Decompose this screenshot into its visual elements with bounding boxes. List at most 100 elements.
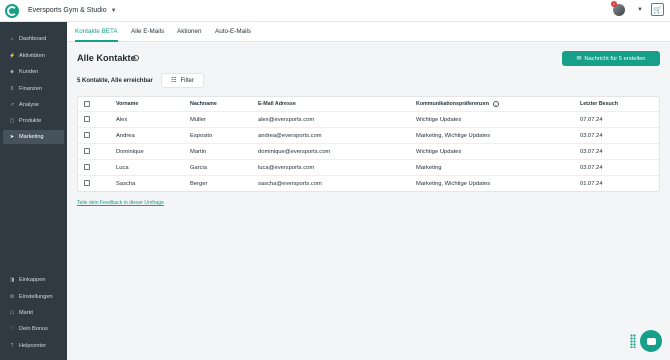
sidebar-item-label: Einkappen [19, 277, 46, 283]
email-cell: andrea@eversports.com [258, 133, 322, 139]
last-name-cell: Garcia [190, 165, 208, 171]
sidebar-item-label: Finanzen [19, 86, 43, 92]
table-row[interactable]: Andrea Esposito andrea@eversports.com Ma… [78, 127, 659, 143]
select-all-checkbox[interactable] [84, 101, 90, 107]
row-checkbox[interactable] [84, 180, 90, 186]
page-title: Alle Kontakte [77, 53, 136, 63]
sidebar-item-label: Dashboard [19, 36, 47, 42]
last-name-cell: Esposito [190, 133, 213, 139]
account-chevron-icon[interactable]: ▼ [637, 7, 643, 13]
tab-aktionen[interactable]: Aktionen [177, 22, 202, 42]
sidebar-item-einstellungen[interactable]: ⚙ Einstellungen [3, 290, 64, 304]
contacts-table: Vorname Nachname E-Mail Adresse Kommunik… [77, 96, 660, 192]
filter-icon: ☷ [171, 78, 177, 84]
sidebar-item-label: Helpcenter [19, 343, 47, 349]
last-visit-cell: 03.07.24 [580, 133, 603, 139]
sidebar-item-dashboard[interactable]: ⌂ Dashboard [3, 32, 64, 46]
row-checkbox[interactable] [84, 148, 90, 154]
eversports-logo-icon[interactable] [5, 3, 19, 18]
sidebar-item-label: Marketing [19, 134, 44, 140]
create-message-button[interactable]: ✉ Nachricht für 5 erstellen [562, 51, 660, 66]
envelope-icon: ✉ [576, 55, 582, 62]
last-name-cell: Berger [190, 181, 208, 187]
sidebar-item-marketing[interactable]: ➤ Marketing [3, 130, 64, 144]
email-cell: alex@eversports.com [258, 117, 315, 123]
contact-count: 5 Kontakte, Alle erreichbar [77, 78, 153, 84]
row-checkbox[interactable] [84, 132, 90, 138]
last-visit-cell: 01.07.24 [580, 181, 603, 187]
sidebar: ⌂ Dashboard ⚡ Aktivitäten ☻ Kunden € Finanze… [0, 22, 67, 360]
table-row[interactable]: Alex Müller alex@eversports.com Wichtige… [78, 111, 659, 127]
bolt-icon: ⚡ [9, 53, 16, 59]
sidebar-item-aktivitaeten[interactable]: ⚡ Aktivitäten [3, 49, 64, 63]
sidebar-item-label: Einstellungen [19, 294, 53, 300]
sidebar-item-label: Analyse [19, 102, 39, 108]
first-name-cell: Dominique [116, 149, 144, 155]
sidebar-item-analyse[interactable]: ↗ Analyse [3, 98, 64, 112]
email-cell: dominique@eversports.com [258, 149, 331, 155]
sidebar-item-kunden[interactable]: ☻ Kunden [3, 65, 64, 79]
filter-button[interactable]: ☷ Filter [161, 73, 204, 88]
sidebar-item-label: Aktivitäten [19, 53, 45, 59]
sidebar-item-label: Kunden [19, 69, 39, 75]
chat-icon[interactable] [640, 330, 662, 352]
filter-label: Filter [180, 77, 194, 84]
cart-icon[interactable]: 🛒 [651, 3, 664, 16]
sidebar-item-einkappen[interactable]: ◨ Einkappen [3, 273, 64, 287]
tab-alle-e-mails[interactable]: Alle E-Mails [131, 22, 164, 42]
column-header[interactable]: Nachname [190, 97, 217, 111]
preferences-cell: Marketing [416, 165, 442, 171]
feedback-link[interactable]: Teile dein Feedback in dieser Umfrage [77, 200, 164, 206]
last-visit-cell: 03.07.24 [580, 149, 603, 155]
euro-icon: € [10, 86, 14, 92]
preferences-cell: Wichtige Updates [416, 117, 462, 123]
tab-bar: Kontakte BETA Alle E-Mails Aktionen Auto… [67, 22, 670, 42]
store-icon: ☖ [9, 310, 15, 316]
tab-auto-e-mails[interactable]: Auto-E-Mails [215, 22, 251, 42]
chevron-down-icon[interactable]: ▼ [111, 8, 117, 14]
sidebar-item-label: Produkte [19, 118, 42, 124]
info-icon[interactable]: i [133, 55, 139, 61]
sidebar-item-finanzen[interactable]: € Finanzen [3, 82, 64, 96]
preferences-cell: Marketing, Wichtige Updates [416, 133, 491, 139]
column-header[interactable]: Vorname [116, 97, 138, 111]
collapse-icon: ◨ [9, 277, 15, 283]
sidebar-item-produkte[interactable]: ▢ Produkte [3, 114, 64, 128]
last-name-cell: Müller [190, 117, 206, 123]
sidebar-item-markt[interactable]: ☖ Markt [3, 306, 64, 320]
preferences-info-icon[interactable]: i [493, 101, 499, 107]
sidebar-item-helpcenter[interactable]: ? Helpcenter [3, 339, 64, 353]
table-row[interactable]: Dominique Martin dominique@eversports.co… [78, 143, 659, 159]
table-row[interactable]: Luca Garcia luca@eversports.com Marketin… [78, 159, 659, 175]
email-cell: sascha@eversports.com [258, 181, 322, 187]
table-row[interactable]: Sascha Berger sascha@eversports.com Mark… [78, 175, 659, 191]
first-name-cell: Alex [116, 117, 128, 123]
house-icon: ⌂ [10, 36, 14, 42]
last-name-cell: Martin [190, 149, 207, 155]
row-checkbox[interactable] [84, 116, 90, 122]
chart-icon: ↗ [9, 102, 15, 108]
row-checkbox[interactable] [84, 164, 90, 170]
sidebar-item-dein-bonus[interactable]: ♡ Dein Bonus [3, 322, 64, 336]
gear-icon: ⚙ [9, 294, 15, 300]
column-header[interactable]: E-Mail Adresse [258, 97, 296, 111]
notification-badge: 1 [611, 0, 618, 7]
studio-name[interactable]: Eversports Gym & Studio [28, 7, 107, 14]
first-name-cell: Luca [116, 165, 129, 171]
table-header-row: Vorname Nachname E-Mail Adresse Kommunik… [78, 97, 659, 111]
box-icon: ▢ [9, 118, 15, 124]
column-header[interactable]: Kommunikationspräferenzen [416, 97, 489, 111]
drag-handle-icon[interactable] [630, 334, 636, 348]
heart-icon: ♡ [9, 326, 15, 332]
person-icon: ☻ [9, 69, 15, 75]
tab-kontakte[interactable]: Kontakte BETA [75, 22, 118, 42]
sidebar-item-label: Markt [19, 310, 33, 316]
preferences-cell: Marketing, Wichtige Updates [416, 181, 491, 187]
megaphone-icon: ➤ [9, 134, 15, 140]
help-icon: ? [10, 343, 14, 349]
last-visit-cell: 03.07.24 [580, 165, 603, 171]
avatar[interactable]: 1 [611, 0, 626, 16]
column-header[interactable]: Letzter Besuch [580, 97, 618, 111]
preferences-cell: Wichtige Updates [416, 149, 462, 155]
last-visit-cell: 07.07.24 [580, 117, 603, 123]
